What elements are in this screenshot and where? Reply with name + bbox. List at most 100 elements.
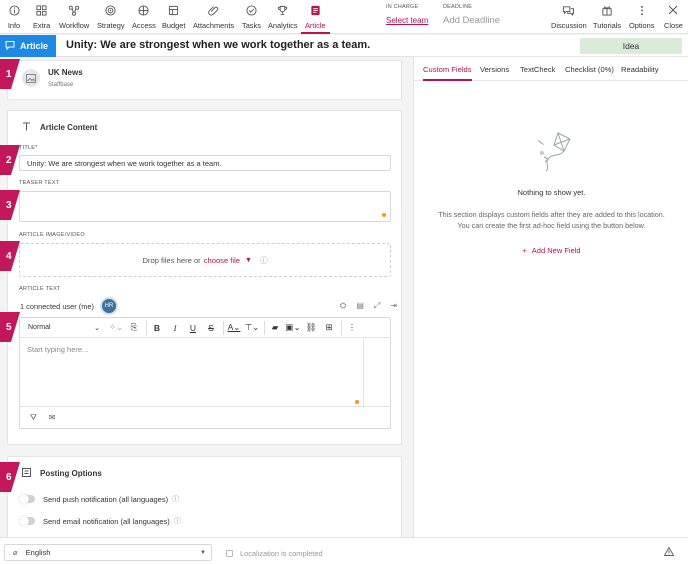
ai-assist-icon[interactable]: ⛛ bbox=[30, 413, 37, 423]
toolbar-close[interactable]: Close bbox=[664, 4, 683, 30]
avatar[interactable]: HR bbox=[99, 297, 118, 315]
toolbar-strategy[interactable]: Strategy bbox=[97, 4, 125, 30]
image-dropzone[interactable]: Drop files here or choose file ▼ ⓘ bbox=[19, 243, 391, 277]
checkbox[interactable] bbox=[226, 550, 233, 557]
teaser-input[interactable] bbox=[19, 191, 391, 222]
language-icon: ⌀ bbox=[13, 548, 18, 557]
toolbar-workflow[interactable]: Workflow bbox=[59, 4, 89, 30]
unsaved-dot bbox=[382, 213, 386, 217]
title-bar: Article Unity: We are strongest when we … bbox=[0, 35, 688, 57]
expand-icon[interactable]: ⤢ bbox=[374, 301, 380, 311]
toolbar-options[interactable]: Options bbox=[629, 4, 654, 30]
paragraph-style-value: Normal bbox=[28, 324, 51, 331]
text-icon bbox=[22, 122, 31, 133]
paste-format-icon[interactable]: ⎘ bbox=[126, 320, 142, 336]
trophy-icon bbox=[276, 4, 290, 16]
editor-placeholder: Start typing here... bbox=[27, 345, 89, 354]
channel-name: UK News bbox=[48, 68, 83, 77]
connected-users-text: 1 connected user (me) bbox=[20, 301, 94, 311]
toolbar-analytics[interactable]: Analytics bbox=[268, 4, 298, 30]
tutorials-icon bbox=[600, 4, 614, 16]
push-notification-toggle[interactable]: Send push notification (all languages) ⓘ bbox=[19, 494, 179, 504]
toolbar-attachments[interactable]: Attachments bbox=[193, 4, 234, 30]
tab-textcheck[interactable]: TextCheck bbox=[520, 65, 555, 74]
editor-side-tools: ⛭ ▤ ⤢ ⇥ bbox=[340, 301, 397, 311]
toolbar-tutorials[interactable]: Tutorials bbox=[593, 4, 621, 30]
link-icon[interactable]: ⛓ bbox=[303, 320, 319, 336]
article-content-title: Article Content bbox=[40, 123, 98, 132]
toolbar-extra[interactable]: Extra bbox=[33, 4, 50, 30]
deadline-label: DEADLINE bbox=[443, 4, 473, 10]
folder-icon[interactable]: ▰ bbox=[267, 320, 283, 336]
article-editor-panel: UK News Staffbase 1 Article Content TITL… bbox=[0, 57, 412, 537]
info-icon[interactable]: ⓘ bbox=[174, 516, 181, 526]
mail-icon[interactable]: ✉ bbox=[49, 413, 56, 422]
choose-file-link[interactable]: choose file bbox=[204, 256, 240, 265]
tab-checklist[interactable]: Checklist (0%) bbox=[565, 65, 614, 74]
toolbar-divider bbox=[264, 320, 265, 335]
italic-icon[interactable]: I bbox=[167, 320, 183, 336]
tab-versions[interactable]: Versions bbox=[480, 65, 509, 74]
add-new-field-label: Add New Field bbox=[531, 246, 581, 255]
editor-textarea[interactable]: Start typing here... bbox=[20, 339, 364, 408]
insert-image-icon[interactable]: ▣⌄ bbox=[285, 320, 301, 336]
highlight-icon[interactable]: ⊤⌄ bbox=[244, 320, 260, 336]
info-icon bbox=[7, 4, 21, 16]
title-input[interactable]: Unity: We are strongest when we work tog… bbox=[19, 155, 391, 171]
localization-completed-checkbox[interactable]: Localization is completed bbox=[226, 549, 323, 558]
article-icon bbox=[308, 4, 322, 16]
right-panel-tabs: Custom Fields Versions TextCheck Checkli… bbox=[414, 57, 688, 81]
chat-bubble-icon bbox=[5, 40, 15, 52]
toolbar-discussion[interactable]: Discussion bbox=[551, 4, 587, 30]
caret-down-icon[interactable]: ▼ bbox=[245, 257, 252, 264]
empty-state-line-1: This section displays custom fields afte… bbox=[438, 210, 665, 219]
toolbar-article[interactable]: Article bbox=[301, 4, 330, 34]
bottom-bar: ⌀ English ▼ Localization is completed bbox=[0, 537, 688, 564]
history-icon[interactable]: ⛭ bbox=[340, 301, 346, 311]
unsaved-dot bbox=[355, 400, 359, 404]
toolbar-budget[interactable]: Budget bbox=[162, 4, 185, 30]
tab-readability[interactable]: Readability bbox=[621, 65, 659, 74]
underline-icon[interactable]: U bbox=[185, 320, 201, 336]
strikethrough-icon[interactable]: S bbox=[203, 320, 219, 336]
email-notification-toggle[interactable]: Send email notification (all languages) … bbox=[19, 516, 181, 526]
info-icon[interactable]: ⓘ bbox=[172, 494, 179, 504]
page-title: Unity: We are strongest when we work tog… bbox=[66, 39, 371, 51]
toolbar-label: Tutorials bbox=[593, 21, 622, 30]
font-color-icon[interactable]: A⌄ bbox=[226, 320, 242, 336]
magic-format-icon[interactable]: ✧⌄ bbox=[108, 320, 124, 336]
title-field-label: TITLE* bbox=[19, 145, 38, 151]
warning-icon[interactable] bbox=[663, 546, 675, 558]
toolbar-divider bbox=[223, 320, 224, 335]
workflow-icon bbox=[67, 4, 81, 16]
insert-block-icon[interactable]: ⊞ bbox=[321, 320, 337, 336]
preview-icon[interactable]: ▤ bbox=[356, 301, 364, 311]
article-text-label: ARTICLE TEXT bbox=[19, 286, 61, 292]
bold-icon[interactable]: B bbox=[149, 320, 165, 336]
add-new-field-button[interactable]: + Add New Field bbox=[414, 246, 688, 255]
plus-icon: + bbox=[522, 246, 527, 255]
paragraph-style-select[interactable]: Normal ⌄ bbox=[26, 320, 102, 336]
add-deadline-button[interactable]: Add Deadline bbox=[443, 15, 500, 26]
info-icon[interactable]: ⓘ bbox=[260, 255, 268, 266]
toolbar-label: Workflow bbox=[59, 21, 90, 30]
toggle-switch[interactable] bbox=[19, 494, 35, 504]
select-team-link[interactable]: Select team bbox=[386, 16, 428, 25]
more-vertical-icon[interactable]: ⋮ bbox=[344, 320, 360, 336]
editor-footer: ⛛ ✉ bbox=[20, 406, 390, 428]
collapse-panel-icon[interactable]: ⇥ bbox=[390, 301, 397, 311]
status-button[interactable]: Idea bbox=[580, 38, 682, 54]
article-text-editor: Normal ⌄ ✧⌄ ⎘ B I U S A⌄ ⊤⌄ ▰ ▣⌄ ⛓ ⊞ ⋮ S… bbox=[19, 317, 391, 429]
language-select[interactable]: ⌀ English ▼ bbox=[4, 544, 212, 561]
toolbar-label: Options bbox=[629, 21, 655, 30]
app-window: Info Extra Workflow Strategy Access Budg… bbox=[0, 0, 688, 564]
toolbar-access[interactable]: Access bbox=[132, 4, 156, 30]
toolbar-tasks[interactable]: Tasks bbox=[242, 4, 261, 30]
teaser-field-label: TEASER TEXT bbox=[19, 180, 60, 186]
caret-down-icon: ▼ bbox=[200, 549, 206, 556]
budget-icon bbox=[167, 4, 181, 16]
toggle-switch[interactable] bbox=[19, 516, 35, 526]
tab-custom-fields[interactable]: Custom Fields bbox=[423, 65, 472, 81]
toolbar-info[interactable]: Info bbox=[7, 4, 21, 30]
channel-card[interactable]: UK News Staffbase bbox=[7, 60, 402, 100]
